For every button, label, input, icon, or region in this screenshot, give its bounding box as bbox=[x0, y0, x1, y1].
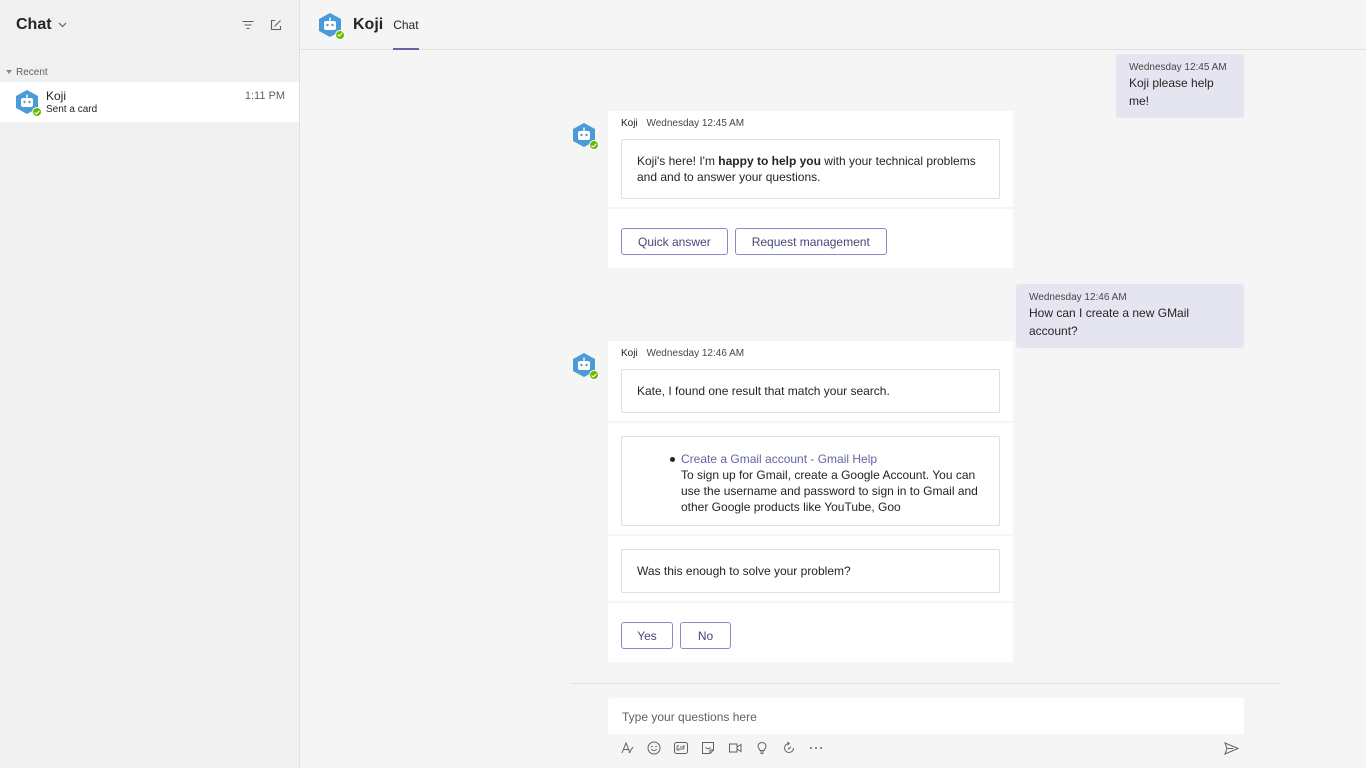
bot-avatar[interactable] bbox=[571, 352, 599, 380]
result-snippet: To sign up for Gmail, create a Google Ac… bbox=[681, 468, 978, 514]
caret-down-icon bbox=[6, 70, 12, 74]
format-icon[interactable] bbox=[619, 740, 635, 756]
chat-item-time: 1:11 PM bbox=[244, 90, 285, 102]
presence-available-icon bbox=[32, 107, 42, 117]
bot-card-actions: Quick answer Request management bbox=[608, 209, 1013, 268]
chevron-down-icon[interactable] bbox=[58, 20, 68, 30]
more-options-icon[interactable] bbox=[808, 740, 824, 756]
bot-card-actions: Yes No bbox=[608, 603, 1013, 662]
welcome-text-bold: happy to help you bbox=[718, 154, 821, 168]
card-button-row: Yes No bbox=[621, 622, 1000, 649]
chat-item-preview: Sent a card bbox=[46, 103, 98, 115]
presence-available-icon bbox=[335, 29, 345, 40]
message-text: Koji please help me! bbox=[1129, 76, 1214, 108]
loop-icon[interactable] bbox=[781, 740, 797, 756]
chat-header: Koji Chat bbox=[301, 0, 1366, 50]
quick-answer-button[interactable]: Quick answer bbox=[621, 228, 728, 255]
list-item: Create a Gmail account - Gmail Help To s… bbox=[670, 451, 984, 515]
outgoing-message: Wednesday 12:45 AM Koji please help me! bbox=[1116, 54, 1244, 118]
message-timestamp: Wednesday 12:46 AM bbox=[646, 348, 745, 359]
sticker-icon[interactable] bbox=[700, 740, 716, 756]
bot-card-result: Create a Gmail account - Gmail Help To s… bbox=[608, 423, 1013, 534]
new-chat-icon[interactable] bbox=[269, 18, 283, 32]
header-avatar[interactable] bbox=[317, 12, 345, 40]
bot-card: Koji's here! I'm happy to help you with … bbox=[608, 139, 1013, 207]
bot-avatar[interactable] bbox=[571, 122, 599, 150]
filter-icon[interactable] bbox=[241, 18, 255, 32]
message-timestamp: Wednesday 12:46 AM bbox=[1029, 292, 1127, 303]
praise-icon[interactable] bbox=[754, 740, 770, 756]
recent-section-label: Recent bbox=[16, 66, 48, 78]
bot-message-meta: Koji Wednesday 12:45 AM bbox=[608, 111, 1013, 139]
result-link[interactable]: Create a Gmail account - Gmail Help bbox=[681, 451, 984, 467]
emoji-icon[interactable] bbox=[646, 740, 662, 756]
gif-icon[interactable] bbox=[673, 740, 689, 756]
message-timestamp: Wednesday 12:45 AM bbox=[1129, 62, 1227, 73]
welcome-text-start: Koji's here! I'm bbox=[637, 154, 719, 168]
question-box: Was this enough to solve your problem? bbox=[621, 549, 1000, 593]
koji-avatar bbox=[14, 89, 42, 117]
presence-available-icon bbox=[589, 140, 599, 150]
search-intro-box: Kate, I found one result that match your… bbox=[621, 369, 1000, 413]
chat-main-panel: Koji Chat Wednesday 12:45 AM Koji please… bbox=[301, 0, 1366, 768]
sender-name: Koji bbox=[621, 118, 638, 129]
meet-now-icon[interactable] bbox=[727, 740, 743, 756]
card-text-box: Koji's here! I'm happy to help you with … bbox=[621, 139, 1000, 199]
bot-card-question: Was this enough to solve your problem? bbox=[608, 536, 1013, 601]
chat-list-actions bbox=[241, 18, 283, 32]
bot-message-group: Koji Wednesday 12:45 AM Koji's here! I'm… bbox=[608, 111, 1013, 268]
message-input[interactable] bbox=[622, 710, 1230, 724]
search-result-box: Create a Gmail account - Gmail Help To s… bbox=[621, 436, 1000, 526]
presence-available-icon bbox=[589, 370, 599, 380]
request-management-button[interactable]: Request management bbox=[734, 228, 887, 255]
message-timestamp: Wednesday 12:45 AM bbox=[646, 118, 745, 129]
chat-list-panel: Chat Recent Koji Sent a card 1:11 PM bbox=[0, 0, 300, 768]
result-content: Create a Gmail account - Gmail Help To s… bbox=[681, 451, 984, 515]
bot-message-meta: Koji Wednesday 12:46 AM bbox=[608, 341, 1013, 369]
result-list: Create a Gmail account - Gmail Help To s… bbox=[637, 451, 984, 515]
yes-button[interactable]: Yes bbox=[621, 622, 673, 649]
send-icon[interactable] bbox=[1223, 740, 1239, 756]
chat-item-text: Koji Sent a card bbox=[46, 89, 97, 116]
bot-card: Kate, I found one result that match your… bbox=[608, 369, 1013, 421]
recent-section-header[interactable]: Recent bbox=[0, 50, 299, 80]
sender-name: Koji bbox=[621, 348, 638, 359]
chat-list-item-koji[interactable]: Koji Sent a card 1:11 PM bbox=[0, 82, 299, 122]
chat-list-header: Chat bbox=[0, 0, 299, 50]
message-text: How can I create a new GMail account? bbox=[1029, 306, 1190, 338]
compose-toolbar bbox=[619, 740, 824, 756]
chat-item-name: Koji bbox=[46, 88, 67, 103]
compose-divider bbox=[571, 683, 1281, 684]
contact-name: Koji bbox=[353, 15, 384, 33]
chat-list-title[interactable]: Chat bbox=[16, 16, 52, 34]
outgoing-message: Wednesday 12:46 AM How can I create a ne… bbox=[1016, 284, 1244, 348]
card-button-row: Quick answer Request management bbox=[621, 228, 1000, 255]
compose-box bbox=[608, 698, 1244, 734]
bullet-icon bbox=[670, 457, 675, 462]
tab-chat[interactable]: Chat bbox=[393, 0, 419, 50]
bot-message-group: Koji Wednesday 12:46 AM Kate, I found on… bbox=[608, 341, 1013, 662]
no-button[interactable]: No bbox=[680, 622, 731, 649]
